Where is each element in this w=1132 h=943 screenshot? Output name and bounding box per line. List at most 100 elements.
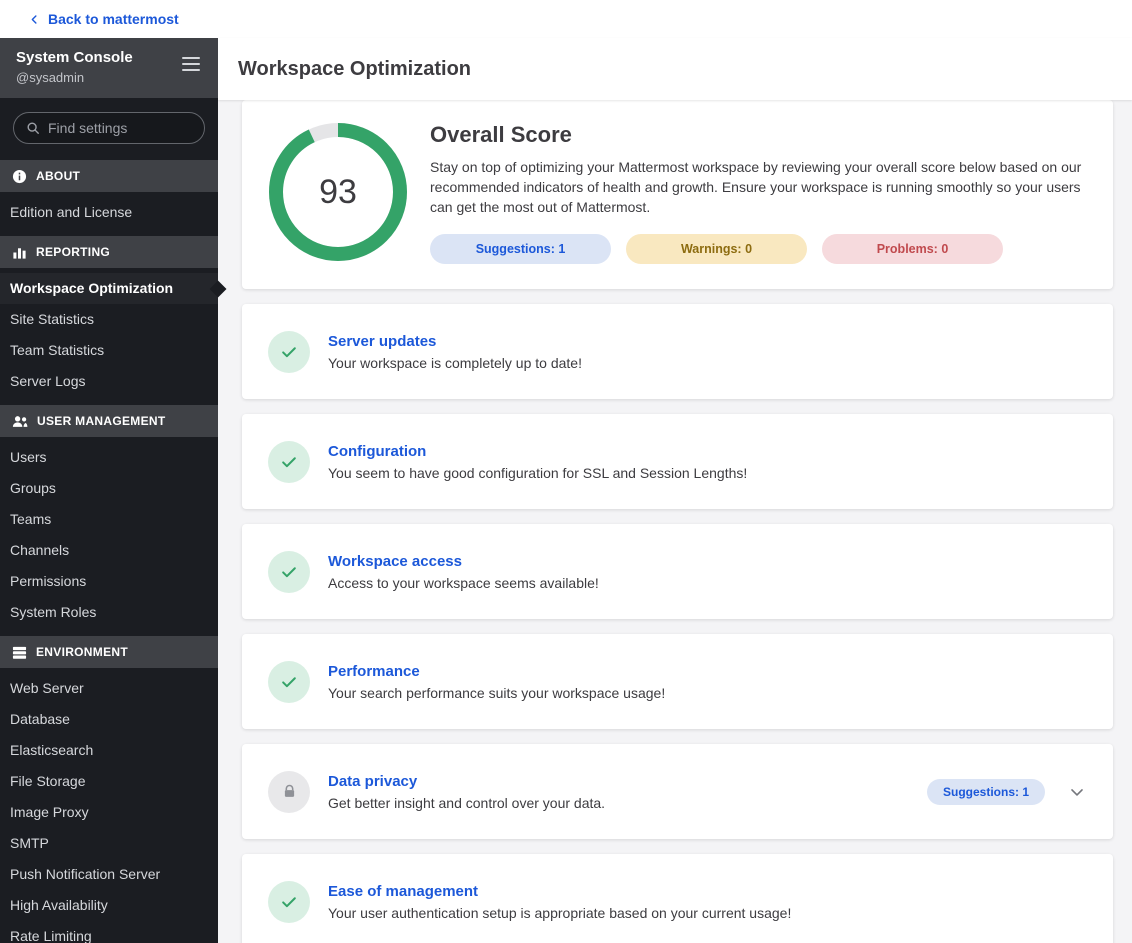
entry-description: You seem to have good configuration for …	[328, 464, 748, 481]
entry-right: Suggestions: 1	[926, 778, 1087, 805]
section-label: REPORTING	[36, 245, 111, 259]
sidebar-item-teams[interactable]: Teams	[0, 504, 218, 535]
check-circle	[268, 660, 310, 703]
section-header-reporting: REPORTING	[0, 236, 218, 268]
page-title: Workspace Optimization	[238, 57, 472, 80]
sidebar-item-elasticsearch[interactable]: Elasticsearch	[0, 735, 218, 766]
entry-text: Performance Your search performance suit…	[328, 663, 665, 701]
info-icon	[12, 169, 27, 184]
expand-card-button[interactable]	[1067, 782, 1087, 802]
check-icon	[279, 452, 299, 472]
suggestions-badge: Suggestions: 1	[926, 778, 1045, 805]
chevron-left-icon	[28, 13, 41, 26]
section-label: ENVIRONMENT	[36, 645, 128, 659]
sidebar-item-file-storage[interactable]: File Storage	[0, 766, 218, 797]
server-updates-link[interactable]: Server updates	[328, 333, 582, 350]
workspace-access-card: Workspace access Access to your workspac…	[242, 524, 1113, 619]
app-root: Back to mattermost System Console @sysad…	[0, 0, 1132, 943]
check-circle	[268, 330, 310, 373]
data-privacy-link[interactable]: Data privacy	[328, 773, 605, 790]
sidebar-header: System Console @sysadmin	[0, 38, 218, 98]
users-icon	[12, 415, 28, 428]
sidebar-item-image-proxy[interactable]: Image Proxy	[0, 797, 218, 828]
main-content: Workspace Optimization 93 Overall Score …	[218, 38, 1132, 943]
warnings-badge: Warnings: 0	[626, 234, 807, 264]
back-to-mattermost-link[interactable]: Back to mattermost	[28, 11, 179, 27]
performance-link[interactable]: Performance	[328, 663, 665, 680]
sidebar-item-high-availability[interactable]: High Availability	[0, 890, 218, 921]
configuration-card: Configuration You seem to have good conf…	[242, 414, 1113, 509]
search-icon	[26, 121, 40, 135]
configuration-link[interactable]: Configuration	[328, 443, 747, 460]
sidebar-item-system-roles[interactable]: System Roles	[0, 597, 218, 628]
check-circle	[268, 550, 310, 593]
chevron-down-icon	[1067, 782, 1087, 802]
sidebar-item-users[interactable]: Users	[0, 442, 218, 473]
ease-of-management-link[interactable]: Ease of management	[328, 883, 791, 900]
sidebar-item-workspace-optimization[interactable]: Workspace Optimization	[0, 273, 218, 304]
problems-badge: Problems: 0	[822, 234, 1003, 264]
body-row: System Console @sysadmin Find settings A…	[0, 38, 1132, 943]
hamburger-menu-icon[interactable]	[176, 49, 206, 82]
entry-description: Your user authentication setup is approp…	[328, 904, 792, 921]
entry-description: Access to your workspace seems available…	[328, 574, 599, 591]
workspace-access-link[interactable]: Workspace access	[328, 553, 599, 570]
sidebar-item-rate-limiting[interactable]: Rate Limiting	[0, 921, 218, 943]
check-circle	[268, 880, 310, 923]
entry-text: Configuration You seem to have good conf…	[328, 443, 747, 481]
entry-text: Server updates Your workspace is complet…	[328, 333, 582, 371]
sidebar-item-channels[interactable]: Channels	[0, 535, 218, 566]
score-value: 93	[319, 172, 357, 211]
check-icon	[279, 342, 299, 362]
sidebar-item-web-server[interactable]: Web Server	[0, 673, 218, 704]
check-icon	[279, 562, 299, 582]
bar-chart-icon	[12, 245, 27, 260]
sidebar-header-titles: System Console @sysadmin	[16, 49, 133, 85]
lock-circle	[268, 770, 310, 813]
entry-text: Data privacy Get better insight and cont…	[328, 773, 605, 811]
check-icon	[279, 892, 299, 912]
sidebar-item-team-statistics[interactable]: Team Statistics	[0, 335, 218, 366]
server-icon	[12, 645, 27, 660]
check-icon	[279, 672, 299, 692]
entry-description: Your workspace is completely up to date!	[328, 354, 582, 371]
sidebar-item-push-notification-server[interactable]: Push Notification Server	[0, 859, 218, 890]
search-pill[interactable]	[13, 112, 205, 144]
overview-description: Stay on top of optimizing your Mattermos…	[430, 159, 1082, 215]
entry-text: Workspace access Access to your workspac…	[328, 553, 599, 591]
entry-description: Your search performance suits your works…	[328, 684, 666, 701]
section-header-user-management: USER MANAGEMENT	[0, 405, 218, 437]
performance-card: Performance Your search performance suit…	[242, 634, 1113, 729]
lock-icon	[281, 783, 298, 800]
page-header: Workspace Optimization	[218, 38, 1132, 100]
entry-description: Get better insight and control over your…	[328, 794, 606, 811]
data-privacy-card[interactable]: Data privacy Get better insight and cont…	[242, 744, 1113, 839]
score-ring: 93	[268, 122, 408, 262]
sidebar: System Console @sysadmin Find settings A…	[0, 38, 218, 943]
sidebar-search	[0, 98, 218, 152]
sidebar-item-server-logs[interactable]: Server Logs	[0, 366, 218, 397]
entry-text: Ease of management Your user authenticat…	[328, 883, 791, 921]
sidebar-item-groups[interactable]: Groups	[0, 473, 218, 504]
sidebar-title: System Console	[16, 49, 133, 66]
section-header-about: ABOUT	[0, 160, 218, 192]
sidebar-item-permissions[interactable]: Permissions	[0, 566, 218, 597]
sidebar-subtitle: @sysadmin	[16, 70, 85, 85]
sidebar-item-database[interactable]: Database	[0, 704, 218, 735]
search-input[interactable]	[48, 120, 192, 136]
section-label: ABOUT	[36, 169, 81, 183]
section-header-environment: ENVIRONMENT	[0, 636, 218, 668]
check-circle	[268, 440, 310, 483]
global-header: Back to mattermost	[0, 0, 1132, 38]
sidebar-item-smtp[interactable]: SMTP	[0, 828, 218, 859]
overall-score-card: 93 Overall Score Stay on top of optimizi…	[242, 100, 1113, 289]
content-area: 93 Overall Score Stay on top of optimizi…	[218, 100, 1132, 943]
suggestions-badge: Suggestions: 1	[430, 234, 611, 264]
sidebar-item-edition-and-license[interactable]: Edition and License	[0, 197, 218, 228]
server-updates-card: Server updates Your workspace is complet…	[242, 304, 1113, 399]
overview-title: Overall Score	[430, 122, 572, 147]
sidebar-item-site-statistics[interactable]: Site Statistics	[0, 304, 218, 335]
sidebar-nav: ABOUT Edition and License REPORTING Work…	[0, 160, 218, 943]
back-link-label: Back to mattermost	[48, 11, 179, 27]
overview-text: Overall Score Stay on top of optimizing …	[430, 122, 1089, 264]
